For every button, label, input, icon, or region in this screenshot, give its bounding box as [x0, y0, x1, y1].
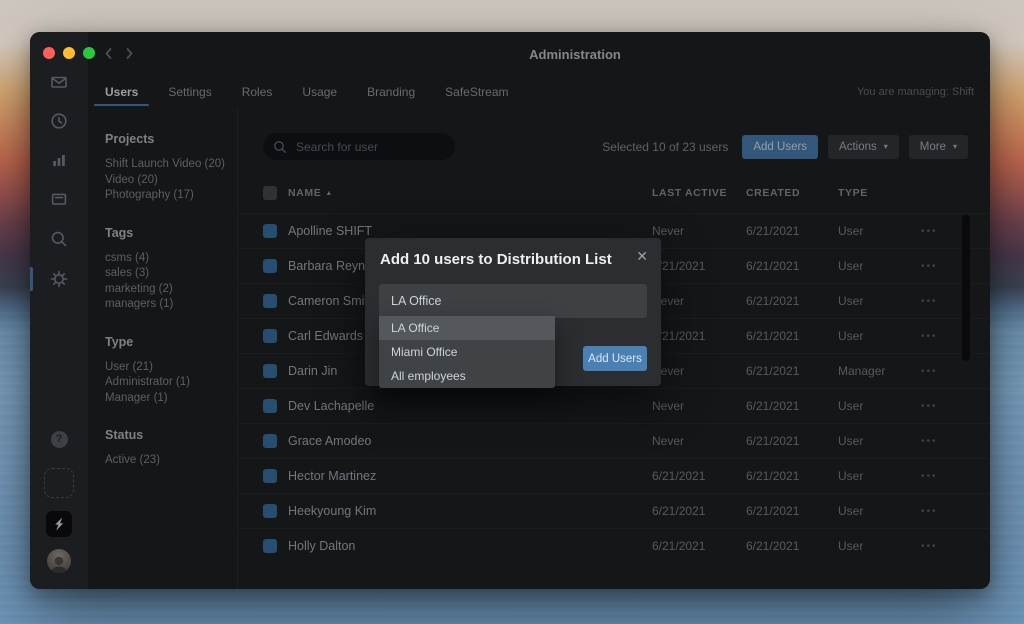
- select-options-menu: LA OfficeMiami OfficeAll employees: [379, 316, 555, 388]
- window-controls: [43, 47, 95, 59]
- distribution-list-select[interactable]: LA Office: [379, 284, 647, 318]
- minimize-window-button[interactable]: [63, 47, 75, 59]
- app-window: ? Administration UsersSettingsRolesUsage…: [30, 32, 990, 589]
- select-option[interactable]: Miami Office: [379, 340, 555, 364]
- select-value: LA Office: [391, 294, 442, 308]
- zoom-window-button[interactable]: [83, 47, 95, 59]
- select-option[interactable]: LA Office: [379, 316, 555, 340]
- close-icon[interactable]: ✕: [636, 248, 648, 265]
- select-option[interactable]: All employees: [379, 364, 555, 388]
- modal-add-users-button[interactable]: Add Users: [583, 346, 647, 371]
- distribution-list-modal: Add 10 users to Distribution List ✕ LA O…: [365, 238, 661, 386]
- close-window-button[interactable]: [43, 47, 55, 59]
- modal-title: Add 10 users to Distribution List: [380, 251, 612, 268]
